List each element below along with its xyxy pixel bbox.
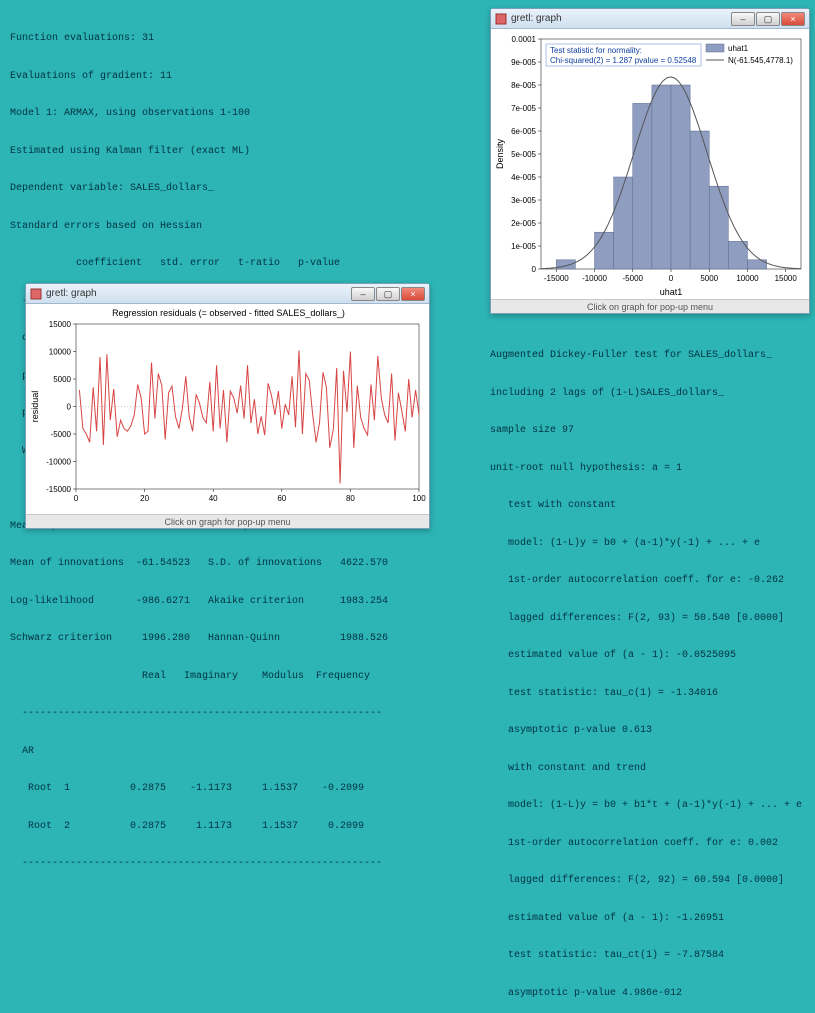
close-button[interactable]: × [781,12,805,26]
svg-text:80: 80 [346,494,355,503]
titlebar[interactable]: gretl: graph – ▢ × [26,284,429,304]
chart-footer: Click on graph for pop-up menu [491,299,809,313]
maximize-button[interactable]: ▢ [756,12,780,26]
rule: ----------------------------------------… [10,858,480,871]
svg-text:0: 0 [532,265,537,274]
line: model: (1-L)y = b0 + b1*t + (a-1)*y(-1) … [490,800,810,813]
svg-text:40: 40 [209,494,218,503]
svg-text:9e-005: 9e-005 [511,58,536,67]
svg-text:20: 20 [140,494,149,503]
svg-text:15000: 15000 [49,320,72,329]
svg-text:7e-005: 7e-005 [511,104,536,113]
svg-text:1e-005: 1e-005 [511,242,536,251]
svg-text:-5000: -5000 [623,274,644,283]
svg-text:60: 60 [277,494,286,503]
svg-text:-15000: -15000 [544,274,569,283]
line: 1st-order autocorrelation coeff. for e: … [490,575,810,588]
titlebar[interactable]: gretl: graph – ▢ × [491,9,809,29]
line: test statistic: tau_c(1) = -1.34016 [490,688,810,701]
svg-text:uhat1: uhat1 [660,287,683,297]
line: sample size 97 [490,425,810,438]
svg-text:3e-005: 3e-005 [511,196,536,205]
columns-heading: coefficient std. error t-ratio p-value [10,258,480,271]
svg-text:N(-61.545,4778.1): N(-61.545,4778.1) [728,56,793,65]
line: model: (1-L)y = b0 + (a-1)*y(-1) + ... +… [490,538,810,551]
line: test statistic: tau_ct(1) = -7.87584 [490,950,810,963]
line: asymptotic p-value 0.613 [490,725,810,738]
minimize-button[interactable]: – [351,287,375,301]
line: Augmented Dickey-Fuller test for SALES_d… [490,350,810,363]
svg-text:Regression residuals (= observ: Regression residuals (= observed - fitte… [112,308,345,318]
histogram-chart[interactable]: 0 1e-005 2e-005 3e-005 4e-005 5e-005 6e-005 7e-… [491,29,809,299]
svg-text:5e-005: 5e-005 [511,150,536,159]
stat-line: Mean of innovations -61.54523 S.D. of in… [10,558,480,571]
line: test with constant [490,500,810,513]
line: Estimated using Kalman filter (exact ML) [10,146,480,159]
line: lagged differences: F(2, 93) = 50.540 [0… [490,613,810,626]
line: lagged differences: F(2, 92) = 60.594 [0… [490,875,810,888]
root-row: Root 1 0.2875 -1.1173 1.1537 -0.2099 [10,783,480,796]
histogram-graph-window[interactable]: gretl: graph – ▢ × 0 1e-005 2e-005 3e-005 4e… [490,8,810,314]
svg-text:uhat1: uhat1 [728,44,749,53]
line: with constant and trend [490,763,810,776]
app-icon [30,288,42,300]
svg-text:-10000: -10000 [582,274,607,283]
svg-text:10000: 10000 [736,274,759,283]
svg-text:0: 0 [669,274,674,283]
svg-text:0.0001: 0.0001 [512,35,537,44]
app-icon [495,13,507,25]
ar-label: AR [10,746,480,759]
svg-text:15000: 15000 [775,274,798,283]
rule: ----------------------------------------… [10,708,480,721]
svg-text:4e-005: 4e-005 [511,173,536,182]
minimize-button[interactable]: – [731,12,755,26]
svg-text:2e-005: 2e-005 [511,219,536,228]
svg-text:10000: 10000 [49,348,72,357]
line: Standard errors based on Hessian [10,221,480,234]
svg-text:-15000: -15000 [46,485,71,494]
line: Evaluations of gradient: 11 [10,71,480,84]
svg-text:5000: 5000 [700,274,718,283]
svg-text:100: 100 [412,494,426,503]
close-button[interactable]: × [401,287,425,301]
svg-text:residual: residual [30,391,40,423]
line: Model 1: ARMAX, using observations 1-100 [10,108,480,121]
roots-header: Real Imaginary Modulus Frequency [10,671,480,684]
residuals-chart[interactable]: Regression residuals (= observed - fitte… [26,304,429,514]
line: including 2 lags of (1-L)SALES_dollars_ [490,388,810,401]
residuals-graph-window[interactable]: gretl: graph – ▢ × Regression residuals … [25,283,430,529]
line: Function evaluations: 31 [10,33,480,46]
adf-output: Augmented Dickey-Fuller test for SALES_d… [490,325,810,1013]
line: asymptotic p-value 4.986e-012 [490,988,810,1001]
svg-text:8e-005: 8e-005 [511,81,536,90]
svg-text:0: 0 [74,494,79,503]
svg-text:-5000: -5000 [51,430,72,439]
svg-text:-10000: -10000 [46,458,71,467]
maximize-button[interactable]: ▢ [376,287,400,301]
line: 1st-order autocorrelation coeff. for e: … [490,838,810,851]
line: Dependent variable: SALES_dollars_ [10,183,480,196]
root-row: Root 2 0.2875 1.1173 1.1537 0.2099 [10,821,480,834]
line: estimated value of (a - 1): -1.26951 [490,913,810,926]
svg-text:Density: Density [495,138,505,169]
stat-line: Schwarz criterion 1996.280 Hannan-Quinn … [10,633,480,646]
chart-footer: Click on graph for pop-up menu [26,514,429,528]
stat-line: Log-likelihood -986.6271 Akaike criterio… [10,596,480,609]
svg-text:5000: 5000 [53,375,71,384]
line: estimated value of (a - 1): -0.0525095 [490,650,810,663]
svg-text:Test statistic for normality:: Test statistic for normality: [550,46,642,55]
window-title: gretl: graph [46,288,350,299]
svg-text:6e-005: 6e-005 [511,127,536,136]
svg-text:Chi-squared(2) = 1.287 pvalue: Chi-squared(2) = 1.287 pvalue = 0.52548 [550,56,697,65]
window-title: gretl: graph [511,13,730,24]
line: unit-root null hypothesis: a = 1 [490,463,810,476]
svg-text:0: 0 [67,403,72,412]
